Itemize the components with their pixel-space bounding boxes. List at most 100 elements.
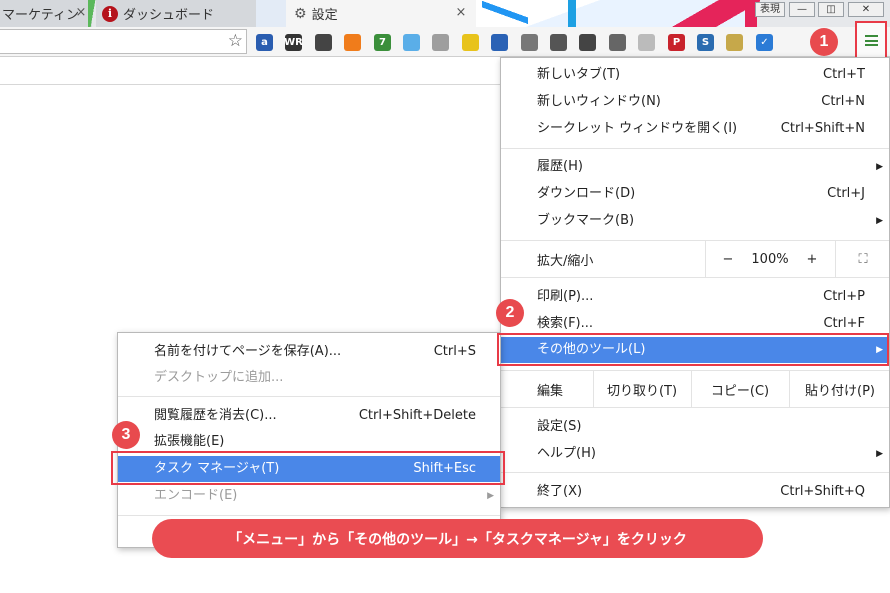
shell-icon[interactable] (432, 34, 449, 51)
menu-item-encoding: エンコード(E) ▶ (118, 483, 500, 509)
menu-item-find[interactable]: 検索(F)... Ctrl+F (501, 311, 889, 337)
menu-item-shortcut: Shift+Esc (413, 461, 476, 476)
step-badge-1: 1 (810, 28, 838, 56)
menu-item-save-page[interactable]: 名前を付けてページを保存(A)... Ctrl+S (118, 339, 500, 365)
check-icon[interactable] (521, 34, 538, 51)
chart-yellow-icon[interactable] (462, 34, 479, 51)
menu-separator (118, 515, 500, 516)
menu-item-new-window[interactable]: 新しいウィンドウ(N) Ctrl+N (501, 89, 889, 115)
menu-item-label: エンコード(E) (154, 488, 238, 503)
menu-item-label: 検索(F)... (537, 316, 594, 331)
menu-item-shortcut: Ctrl+T (823, 67, 865, 82)
paste-button[interactable]: 貼り付け(P) (789, 371, 890, 407)
menu-item-exit[interactable]: 終了(X) Ctrl+Shift+Q (501, 479, 889, 505)
edit-label: 編集 (537, 383, 564, 399)
browser-toolbar: ☆ a WR 7 P S ✓ (0, 27, 890, 57)
menu-item-shortcut: Ctrl+J (827, 186, 865, 201)
zoom-row: 拡大/縮小 − 100% + ⛶ (501, 241, 889, 277)
menu-separator (501, 407, 889, 408)
address-bar[interactable]: ☆ (0, 29, 247, 54)
menu-item-print[interactable]: 印刷(P)... Ctrl+P (501, 284, 889, 310)
menu-item-shortcut: Ctrl+F (823, 316, 865, 331)
zoom-out-button[interactable]: − (705, 241, 751, 277)
shield-icon[interactable] (638, 34, 655, 51)
menu-item-label: 拡張機能(E) (154, 434, 225, 449)
menu-item-shortcut: Ctrl+Shift+Q (780, 484, 865, 499)
chrome-main-menu: 新しいタブ(T) Ctrl+T 新しいウィンドウ(N) Ctrl+N シークレッ… (500, 57, 890, 508)
submenu-arrow-icon: ▶ (876, 216, 883, 226)
trend-icon[interactable] (344, 34, 361, 51)
menu-item-shortcut: Ctrl+S (433, 344, 476, 359)
menu-item-settings[interactable]: 設定(S) (501, 414, 889, 440)
pagespeed-icon[interactable]: 7 (374, 34, 391, 51)
evernote-icon[interactable] (315, 34, 332, 51)
menu-item-label: 閲覧履歴を消去(C)... (154, 408, 277, 423)
menu-item-label: 履歴(H) (537, 159, 583, 174)
profile-button[interactable]: 表現 (755, 2, 785, 17)
pinterest-icon[interactable]: P (668, 34, 685, 51)
bookmark-star-icon[interactable]: ☆ (228, 32, 243, 51)
s-icon[interactable]: S (697, 34, 714, 51)
tab-gap (256, 0, 286, 27)
zoom-level: 100% (751, 251, 789, 267)
cloud-icon[interactable] (403, 34, 420, 51)
bar-chart-icon[interactable] (491, 34, 508, 51)
blue-check-icon[interactable]: ✓ (756, 34, 773, 51)
tab-label: ダッシュボード (123, 8, 215, 23)
fullscreen-icon[interactable]: ⛶ (835, 241, 890, 277)
menu-separator (118, 396, 500, 397)
minimize-button[interactable]: — (789, 2, 815, 17)
submenu-arrow-icon: ▶ (876, 162, 883, 172)
hand-icon[interactable] (609, 34, 626, 51)
menu-item-new-tab[interactable]: 新しいタブ(T) Ctrl+T (501, 62, 889, 88)
menu-item-label: 印刷(P)... (537, 289, 594, 304)
close-icon[interactable]: × (74, 6, 88, 20)
menu-item-shortcut: Ctrl+P (823, 289, 865, 304)
wr-icon[interactable]: WR (284, 34, 303, 51)
menu-item-shortcut: Ctrl+Shift+Delete (358, 408, 476, 423)
tab-marketing[interactable]: マーケティン × (0, 0, 92, 27)
menu-item-label: タスク マネージャ(T) (154, 461, 280, 476)
battery-icon[interactable] (726, 34, 743, 51)
tab-dashboard[interactable]: i ダッシュボード (96, 0, 256, 27)
menu-item-help[interactable]: ヘルプ(H) ▶ (501, 441, 889, 467)
menu-item-history[interactable]: 履歴(H) ▶ (501, 154, 889, 180)
edit-row: 編集 切り取り(T) コピー(C) 貼り付け(P) (501, 371, 889, 407)
tab-label: 設定 (311, 8, 338, 23)
zoom-in-button[interactable]: + (789, 241, 835, 277)
chrome-menu-button[interactable] (855, 21, 887, 61)
menu-item-task-manager[interactable]: タスク マネージャ(T) Shift+Esc (118, 456, 500, 482)
menu-item-label: ブックマーク(B) (537, 213, 635, 228)
menu-item-label: 新しいウィンドウ(N) (537, 94, 661, 109)
menu-item-label: シークレット ウィンドウを開く(I) (537, 121, 738, 136)
a-icon[interactable]: a (256, 34, 273, 51)
tab-strip: マーケティン × i ダッシュボード ⚙ 設定 × 表現 — ◫ ✕ (0, 0, 890, 27)
ruler-icon[interactable] (550, 34, 567, 51)
close-icon[interactable]: × (454, 6, 468, 20)
menu-item-incognito[interactable]: シークレット ウィンドウを開く(I) Ctrl+Shift+N (501, 116, 889, 142)
instruction-callout: 「メニュー」から「その他のツール」→「タスクマネージャ」をクリック (152, 519, 763, 558)
background-graphic-blue-2 (482, 0, 528, 27)
menu-item-extensions[interactable]: 拡張機能(E) (118, 429, 500, 455)
restore-icon: ◫ (826, 4, 836, 15)
hamburger-icon (865, 35, 878, 46)
menu-item-add-to-desktop: デスクトップに追加... (118, 365, 500, 391)
menu-item-bookmarks[interactable]: ブックマーク(B) ▶ (501, 208, 889, 234)
menu-separator (501, 277, 889, 278)
more-tools-submenu: 名前を付けてページを保存(A)... Ctrl+S デスクトップに追加... 閲… (117, 332, 501, 548)
close-window-icon: ✕ (861, 4, 871, 15)
copy-button[interactable]: コピー(C) (691, 371, 789, 407)
close-window-button[interactable]: ✕ (848, 2, 884, 17)
cut-button[interactable]: 切り取り(T) (593, 371, 691, 407)
menu-item-more-tools[interactable]: その他のツール(L) ▶ (501, 337, 889, 363)
restore-button[interactable]: ◫ (818, 2, 844, 17)
submenu-arrow-icon: ▶ (876, 345, 883, 355)
menu-item-label: 名前を付けてページを保存(A)... (154, 344, 342, 359)
menu-item-label: その他のツール(L) (537, 342, 646, 357)
menu-item-clear-browsing-data[interactable]: 閲覧履歴を消去(C)... Ctrl+Shift+Delete (118, 403, 500, 429)
tab-label: マーケティン (2, 8, 79, 23)
menu-item-downloads[interactable]: ダウンロード(D) Ctrl+J (501, 181, 889, 207)
screenshot: マーケティン × i ダッシュボード ⚙ 設定 × 表現 — ◫ ✕ ☆ a W… (0, 0, 890, 593)
screen-icon[interactable] (579, 34, 596, 51)
tab-settings[interactable]: ⚙ 設定 × (286, 0, 476, 27)
